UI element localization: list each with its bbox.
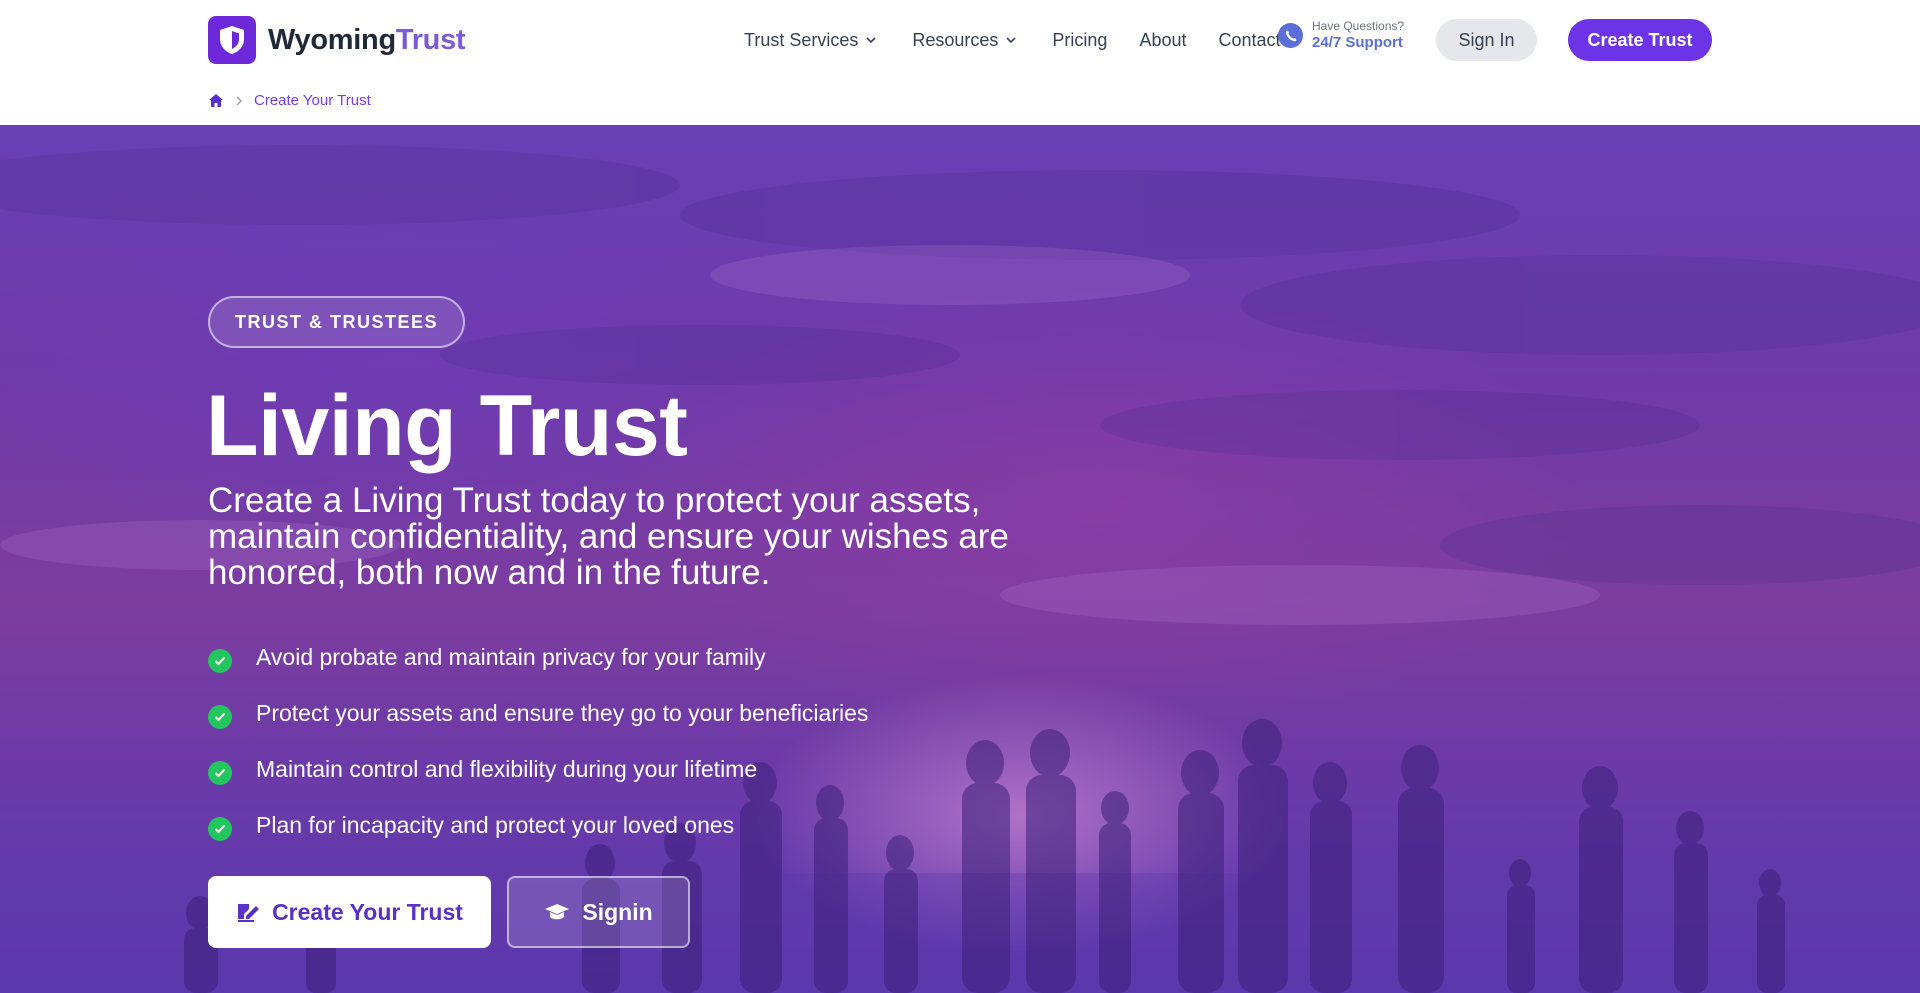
check-icon — [208, 817, 232, 841]
signin-button[interactable]: Signin — [507, 876, 690, 948]
home-icon[interactable] — [208, 93, 224, 108]
brand-name-part1: Wyoming — [268, 23, 396, 56]
feature-item: Maintain control and flexibility during … — [208, 741, 868, 797]
nav-resources-label: Resources — [912, 29, 999, 50]
breadcrumb-current[interactable]: Create Your Trust — [254, 92, 371, 109]
nav-about[interactable]: About — [1139, 30, 1186, 51]
check-icon — [208, 649, 232, 673]
support-contact[interactable]: Have Questions? 24/7 Support — [1278, 19, 1405, 51]
nav-contact-label: Contact — [1218, 29, 1281, 50]
site-header: WyomingTrust Trust Services Resources Pr… — [0, 0, 1920, 109]
feature-text: Plan for incapacity and protect your lov… — [256, 811, 735, 838]
check-icon — [208, 705, 232, 729]
hero-section: TRUST & TRUSTEES Living Trust Create a L… — [0, 125, 1920, 993]
breadcrumb: Create Your Trust — [208, 92, 371, 109]
brand-name-part2: Trust — [395, 23, 466, 56]
category-pill: TRUST & TRUSTEES — [208, 296, 466, 348]
feature-text: Avoid probate and maintain privacy for y… — [256, 643, 766, 670]
nav-trust-services-label: Trust Services — [744, 29, 859, 50]
nav-trust-services[interactable]: Trust Services — [744, 30, 878, 51]
create-your-trust-label: Create Your Trust — [272, 898, 463, 925]
create-your-trust-button[interactable]: Create Your Trust — [208, 876, 491, 948]
check-icon — [208, 761, 232, 785]
nav-contact[interactable]: Contact — [1218, 30, 1280, 51]
chevron-right-icon — [236, 95, 243, 106]
nav-pricing[interactable]: Pricing — [1052, 30, 1107, 51]
feature-item: Plan for incapacity and protect your lov… — [208, 797, 868, 853]
feature-text: Maintain control and flexibility during … — [256, 755, 758, 782]
shield-logo-icon — [208, 16, 256, 64]
main-nav: Trust Services Resources Pricing About C… — [744, 0, 1281, 80]
header-create-trust-button[interactable]: Create Trust — [1568, 19, 1712, 61]
feature-text: Protect your assets and ensure they go t… — [256, 699, 869, 726]
brand-logo[interactable]: WyomingTrust — [208, 16, 466, 64]
feature-item: Avoid probate and maintain privacy for y… — [208, 629, 868, 685]
nav-pricing-label: Pricing — [1052, 29, 1108, 50]
file-signature-icon — [238, 904, 260, 922]
hero-subtitle: Create a Living Trust today to protect y… — [208, 481, 1009, 592]
hero-title: Living Trust — [206, 378, 688, 474]
support-text: Have Questions? 24/7 Support — [1312, 19, 1405, 51]
signin-label: Signin — [582, 898, 653, 925]
graduation-cap-icon — [545, 904, 570, 920]
support-big-text: 24/7 Support — [1312, 33, 1403, 51]
chevron-down-icon — [866, 37, 876, 44]
chevron-down-icon — [1006, 37, 1016, 44]
support-small-text: Have Questions? — [1312, 19, 1405, 33]
phone-icon — [1278, 23, 1303, 49]
header-signin-button[interactable]: Sign In — [1436, 19, 1537, 61]
feature-item: Protect your assets and ensure they go t… — [208, 685, 868, 741]
feature-list: Avoid probate and maintain privacy for y… — [208, 629, 868, 853]
brand-name: WyomingTrust — [268, 23, 466, 57]
nav-resources[interactable]: Resources — [912, 30, 1018, 51]
nav-about-label: About — [1139, 29, 1187, 50]
